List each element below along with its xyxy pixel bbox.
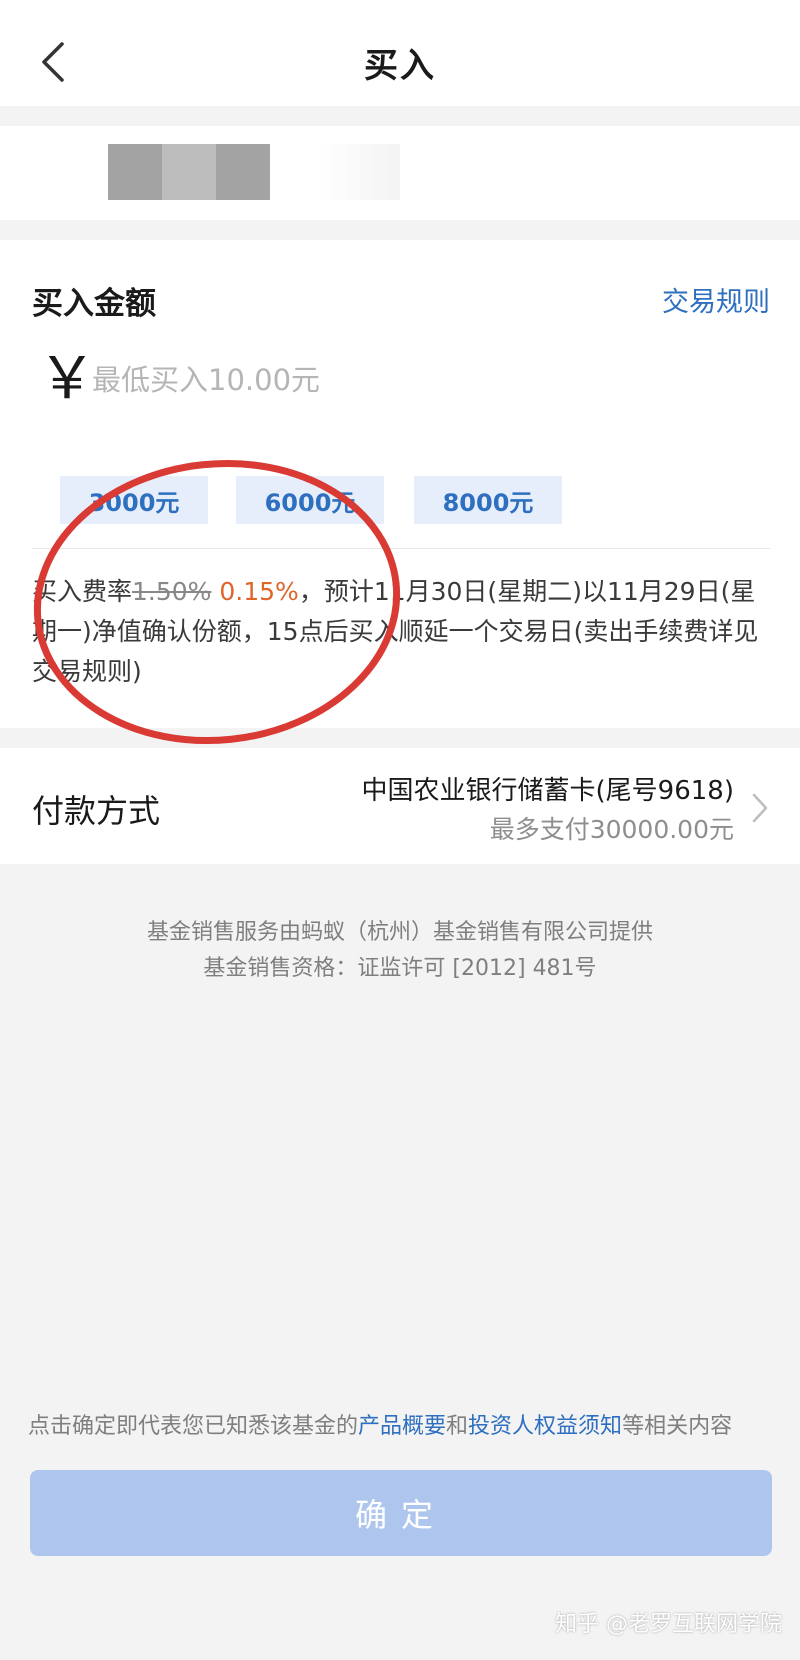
terms-prefix: 点击确定即代表您已知悉该基金的 <box>28 1414 359 1439</box>
fee-label: 买入费率 <box>32 577 133 606</box>
yen-icon: ￥ <box>38 344 97 412</box>
quick-amount-button[interactable]: 3000元 <box>60 476 208 524</box>
payment-method-row[interactable]: 付款方式 中国农业银行储蓄卡(尾号9618) 最多支付30000.00元 <box>0 748 800 864</box>
fund-name-redacted-block <box>162 144 216 200</box>
terms-notice: 点击确定即代表您已知悉该基金的产品概要和投资人权益须知等相关内容 <box>28 1408 788 1440</box>
confirm-button[interactable]: 确定 <box>30 1470 772 1556</box>
payment-limit: 最多支付30000.00元 <box>489 815 734 844</box>
divider <box>32 548 770 549</box>
watermark: 知乎 @老罗互联网学院 <box>555 1612 782 1637</box>
page-title: 买入 <box>364 46 436 86</box>
fund-name-redacted-block <box>216 144 270 200</box>
payment-method-label: 付款方式 <box>32 792 161 830</box>
nav-bar: 买入 <box>0 0 800 106</box>
license-info: 基金销售资格：证监许可 [2012] 481号 <box>203 956 597 981</box>
quick-amount-button[interactable]: 8000元 <box>414 476 562 524</box>
product-summary-link[interactable]: 产品概要 <box>358 1414 446 1439</box>
trading-rules-link[interactable]: 交易规则 <box>662 280 770 319</box>
fee-discounted-rate: 0.15% <box>219 577 299 606</box>
quick-amount-button[interactable]: 6000元 <box>236 476 384 524</box>
terms-suffix: 等相关内容 <box>622 1414 733 1439</box>
buy-amount-card: 买入金额 交易规则 ￥ 3000元 6000元 8000元 买入费率1.50% … <box>0 240 800 728</box>
chevron-right-icon <box>752 793 768 823</box>
terms-middle: 和 <box>446 1414 469 1439</box>
investor-rights-link[interactable]: 投资人权益须知 <box>468 1414 622 1439</box>
fee-original-rate: 1.50% <box>132 577 212 606</box>
fee-info: 买入费率1.50% 0.15%，预计11月30日(星期二)以11月29日(星期一… <box>32 572 772 692</box>
amount-input[interactable] <box>92 358 512 402</box>
fund-name-redacted-block <box>108 144 162 200</box>
provider-info: 基金销售服务由蚂蚁（杭州）基金销售有限公司提供 <box>146 920 653 945</box>
bank-card-name: 中国农业银行储蓄卡(尾号9618) <box>361 776 734 806</box>
buy-amount-label: 买入金额 <box>32 286 156 322</box>
